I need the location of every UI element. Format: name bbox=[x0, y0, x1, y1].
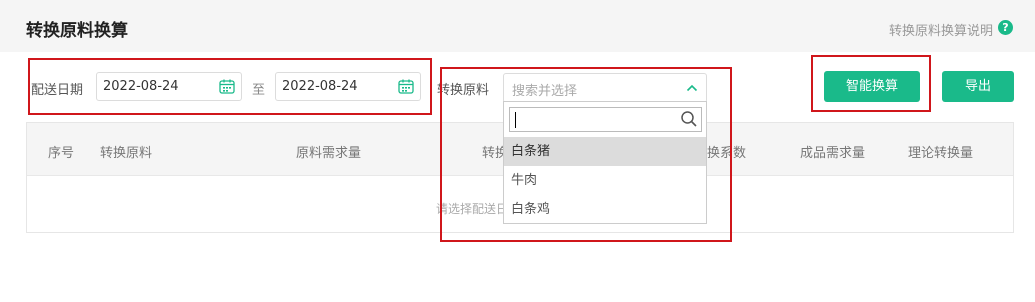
dropdown-search-input[interactable] bbox=[509, 107, 702, 132]
material-select[interactable]: 搜索并选择 bbox=[503, 73, 707, 103]
dropdown-option[interactable]: 白条鸡 bbox=[504, 195, 706, 224]
help-link[interactable]: 转换原料换算说明 bbox=[889, 20, 993, 39]
date-end-value: 2022-08-24 bbox=[282, 79, 358, 94]
col-product-demand: 成品需求量 bbox=[800, 146, 866, 161]
date-separator: 至 bbox=[252, 83, 266, 98]
help-icon[interactable]: ? bbox=[998, 20, 1013, 35]
date-label: 配送日期 bbox=[31, 83, 84, 98]
chevron-up-icon[interactable] bbox=[686, 83, 698, 93]
empty-placeholder: 请选择配送日 bbox=[436, 202, 509, 216]
search-icon bbox=[681, 111, 697, 127]
text-caret bbox=[515, 112, 516, 128]
page-title: 转换原料换算 bbox=[26, 21, 128, 41]
export-button[interactable]: 导出 bbox=[942, 71, 1014, 102]
col-material: 转换原料 bbox=[100, 146, 153, 161]
material-dropdown: 白条猪 牛肉 白条鸡 bbox=[503, 101, 707, 224]
material-placeholder: 搜索并选择 bbox=[512, 84, 578, 99]
calendar-icon[interactable] bbox=[398, 79, 414, 94]
col-material-demand: 原料需求量 bbox=[296, 146, 362, 161]
material-label: 转换原料 bbox=[437, 83, 490, 98]
smart-calc-button[interactable]: 智能换算 bbox=[824, 71, 920, 102]
date-start-input[interactable]: 2022-08-24 bbox=[96, 72, 242, 101]
page-header: 转换原料换算 转换原料换算说明 ? bbox=[0, 0, 1035, 52]
col-index: 序号 bbox=[48, 146, 75, 161]
col-coefficient: 换系数 bbox=[707, 146, 747, 161]
calendar-icon[interactable] bbox=[219, 79, 235, 94]
date-start-value: 2022-08-24 bbox=[103, 79, 179, 94]
date-end-input[interactable]: 2022-08-24 bbox=[275, 72, 421, 101]
col-theoretical-amount: 理论转换量 bbox=[908, 146, 974, 161]
dropdown-option[interactable]: 白条猪 bbox=[504, 137, 706, 166]
dropdown-option[interactable]: 牛肉 bbox=[504, 166, 706, 195]
